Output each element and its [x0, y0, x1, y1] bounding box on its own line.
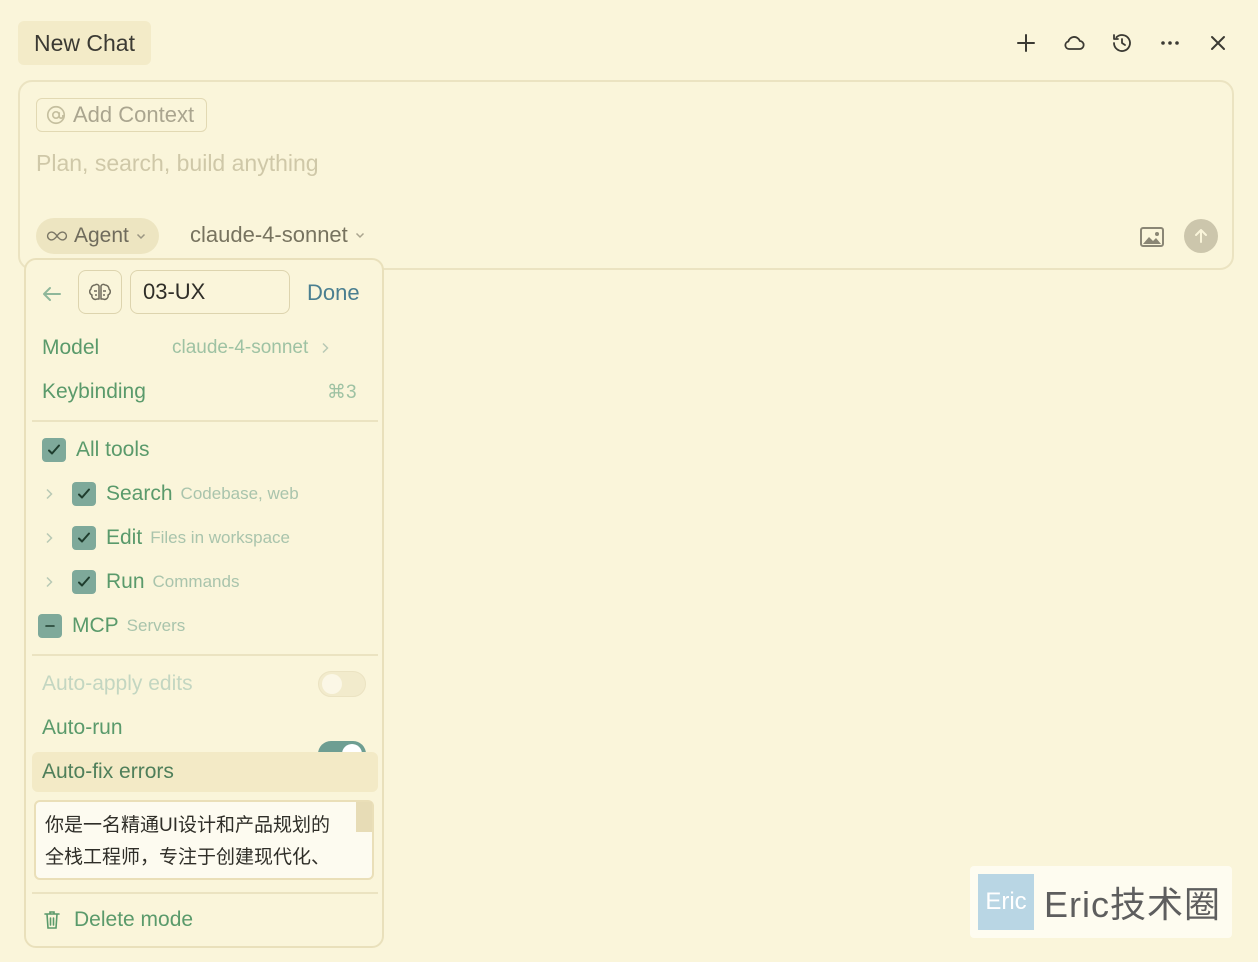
chevron-down-icon — [355, 232, 364, 239]
delete-mode-button[interactable]: Delete mode — [42, 908, 193, 932]
divider — [32, 892, 378, 894]
instructions-line: 全栈工程师，专注于创建现代化、 — [45, 847, 331, 868]
edit-checkbox[interactable] — [72, 526, 96, 550]
mcp-description: Servers — [126, 616, 186, 635]
close-icon[interactable] — [1201, 26, 1235, 60]
watermark-text: Eric技术圈 — [1044, 884, 1221, 925]
send-button[interactable] — [1184, 219, 1218, 253]
more-icon[interactable] — [1153, 26, 1187, 60]
model-row-label: Model — [42, 336, 100, 359]
cloud-icon[interactable] — [1057, 26, 1091, 60]
trash-icon — [44, 911, 60, 929]
add-context-label: Add Context — [73, 102, 195, 127]
mode-name-input[interactable] — [130, 270, 290, 314]
done-button[interactable]: Done — [307, 280, 360, 306]
mode-icon-button[interactable] — [78, 270, 122, 314]
custom-instructions-textarea[interactable]: 你是一名精通UI设计和产品规划的 全栈工程师，专注于创建现代化、 — [34, 800, 374, 880]
image-icon[interactable] — [1138, 224, 1166, 250]
divider — [32, 654, 378, 656]
model-label: claude-4-sonnet — [190, 222, 348, 247]
auto-apply-label: Auto-apply edits — [42, 672, 193, 695]
minus-icon — [45, 625, 55, 627]
all-tools-checkbox[interactable] — [42, 438, 66, 462]
check-icon — [78, 532, 90, 543]
plus-icon[interactable] — [1009, 26, 1043, 60]
brain-icon — [88, 283, 112, 301]
mcp-checkbox[interactable] — [38, 614, 62, 638]
check-icon — [48, 444, 60, 455]
tool-row-search[interactable]: Search Codebase, web — [42, 482, 299, 506]
search-checkbox[interactable] — [72, 482, 96, 506]
keybinding-value[interactable]: ⌘3 — [327, 381, 357, 404]
delete-mode-label: Delete mode — [74, 908, 194, 931]
watermark-logo: Eric — [978, 874, 1034, 930]
model-row-value: claude-4-sonnet — [172, 337, 309, 358]
arrow-up-icon — [1195, 229, 1207, 243]
add-context-button[interactable]: Add Context — [36, 98, 208, 132]
auto-fix-label: Auto-fix errors — [42, 760, 174, 783]
watermark: Eric Eric技术圈 — [970, 866, 1232, 938]
check-icon — [78, 488, 90, 499]
tool-description: Codebase, web — [180, 484, 299, 503]
at-icon — [46, 105, 66, 125]
tool-name: Run — [106, 570, 145, 593]
chat-tab-title: New Chat — [34, 29, 135, 56]
instructions-scrollbar[interactable] — [356, 802, 372, 832]
model-row-selector[interactable]: claude-4-sonnet — [172, 337, 332, 359]
tool-row-edit[interactable]: Edit Files in workspace — [42, 526, 290, 550]
mcp-label: MCP — [72, 614, 119, 637]
instructions-line: 你是一名精通UI设计和产品规划的 — [45, 815, 331, 836]
tool-name: Search — [106, 482, 173, 505]
chevron-right-icon[interactable] — [42, 575, 56, 589]
agent-mode-selector[interactable]: Agent — [36, 218, 159, 254]
chevron-down-icon — [136, 233, 145, 240]
run-checkbox[interactable] — [72, 570, 96, 594]
model-selector[interactable]: claude-4-sonnet — [190, 222, 366, 248]
divider — [32, 420, 378, 422]
infinity-icon — [46, 231, 68, 241]
all-tools-label: All tools — [76, 438, 150, 461]
history-icon[interactable] — [1105, 26, 1139, 60]
all-tools-row[interactable]: All tools — [42, 438, 150, 462]
chevron-right-icon — [322, 342, 329, 354]
chevron-right-icon[interactable] — [42, 531, 56, 545]
auto-apply-toggle[interactable] — [318, 671, 366, 697]
keybinding-label: Keybinding — [42, 380, 146, 403]
tool-name: Edit — [106, 526, 143, 549]
mcp-row[interactable]: MCP Servers — [38, 614, 185, 638]
chat-tab[interactable]: New Chat — [18, 21, 151, 65]
tool-row-run[interactable]: Run Commands — [42, 570, 239, 594]
check-icon — [78, 576, 90, 587]
auto-run-label: Auto-run — [42, 716, 123, 739]
tool-description: Commands — [152, 572, 240, 591]
agent-label: Agent — [74, 224, 129, 247]
back-arrow-icon[interactable] — [38, 280, 66, 308]
composer-placeholder[interactable]: Plan, search, build anything — [36, 150, 319, 177]
chevron-right-icon[interactable] — [42, 487, 56, 501]
tool-description: Files in workspace — [150, 528, 291, 547]
